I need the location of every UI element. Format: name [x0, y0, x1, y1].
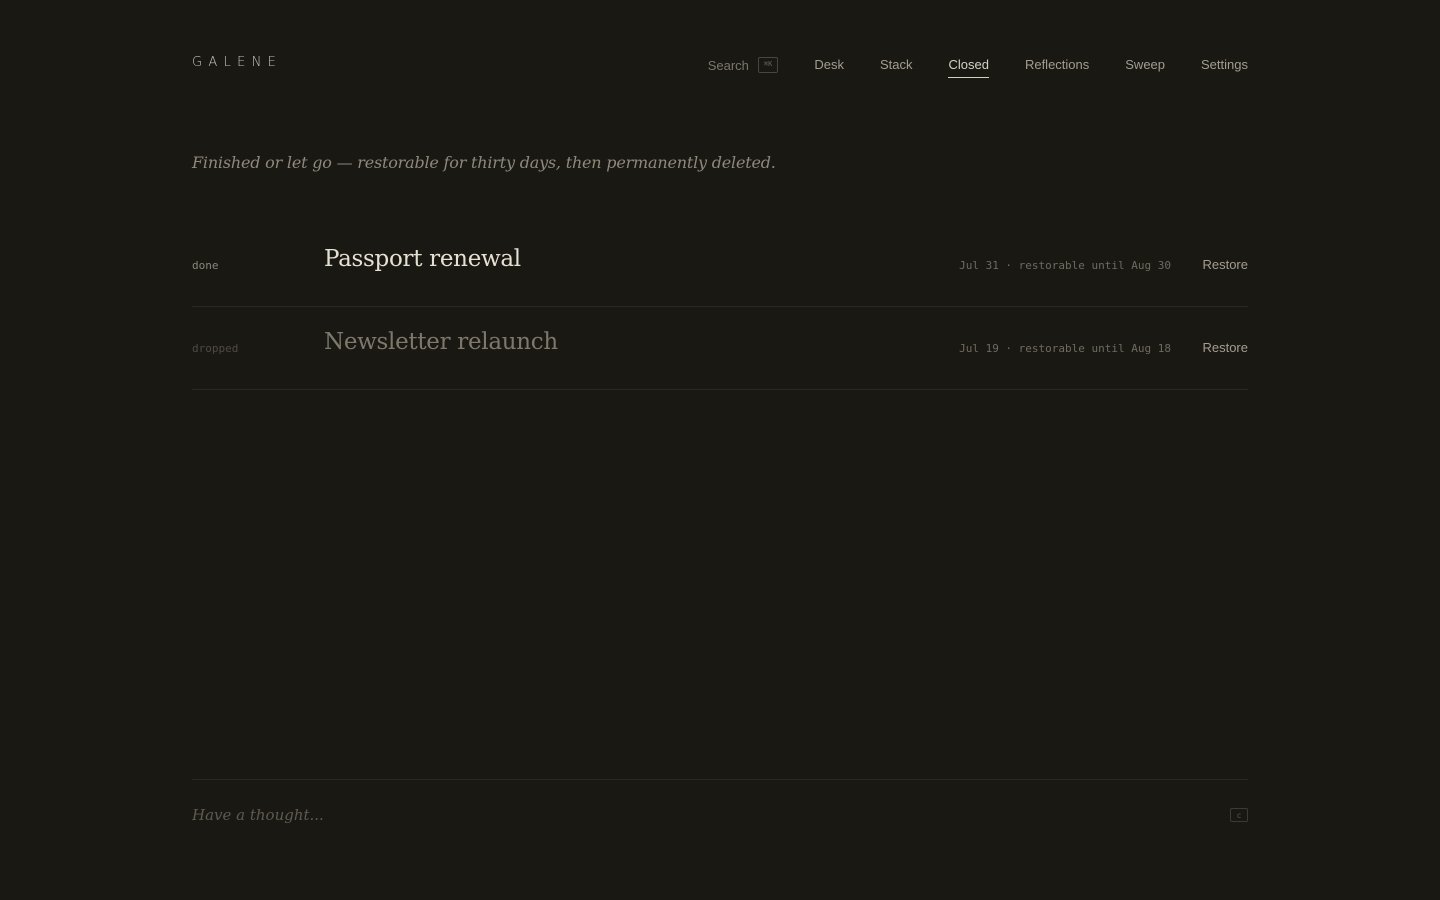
closed-item: done Passport renewal Jul 31 · restorabl… [192, 224, 1248, 307]
restore-button[interactable]: Restore [1202, 340, 1248, 355]
search-shortcut-badge: ⌘K [757, 57, 779, 73]
nav-stack[interactable]: Stack [880, 57, 913, 74]
nav-desk[interactable]: Desk [814, 57, 844, 74]
search-button[interactable]: Search ⌘K [708, 57, 779, 73]
main-nav: Search ⌘K Desk Stack Closed Reflections … [708, 52, 1248, 78]
nav-reflections[interactable]: Reflections [1025, 57, 1089, 74]
logo[interactable]: GALENE [192, 55, 282, 70]
closed-list: done Passport renewal Jul 31 · restorabl… [192, 224, 1248, 390]
top-bar: GALENE Search ⌘K Desk Stack Closed Refle… [192, 52, 1248, 80]
nav-sweep[interactable]: Sweep [1125, 57, 1165, 74]
compose-bar: c [192, 779, 1248, 852]
item-status: dropped [192, 342, 239, 355]
compose-shortcut-badge: c [1230, 808, 1248, 822]
item-title: Newsletter relaunch [324, 329, 558, 355]
item-title: Passport renewal [324, 246, 521, 272]
item-meta: Jul 19 · restorable until Aug 18 [959, 342, 1171, 355]
page-description: Finished or let go — restorable for thir… [192, 153, 776, 172]
item-status: done [192, 259, 219, 272]
search-label: Search [707, 57, 749, 73]
page: GALENE Search ⌘K Desk Stack Closed Refle… [192, 0, 1248, 900]
nav-settings[interactable]: Settings [1201, 57, 1248, 74]
closed-item: dropped Newsletter relaunch Jul 19 · res… [192, 307, 1248, 390]
restore-button[interactable]: Restore [1202, 257, 1248, 272]
nav-closed[interactable]: Closed [948, 57, 990, 78]
item-meta: Jul 31 · restorable until Aug 30 [959, 259, 1171, 272]
thought-input[interactable] [192, 802, 1172, 828]
